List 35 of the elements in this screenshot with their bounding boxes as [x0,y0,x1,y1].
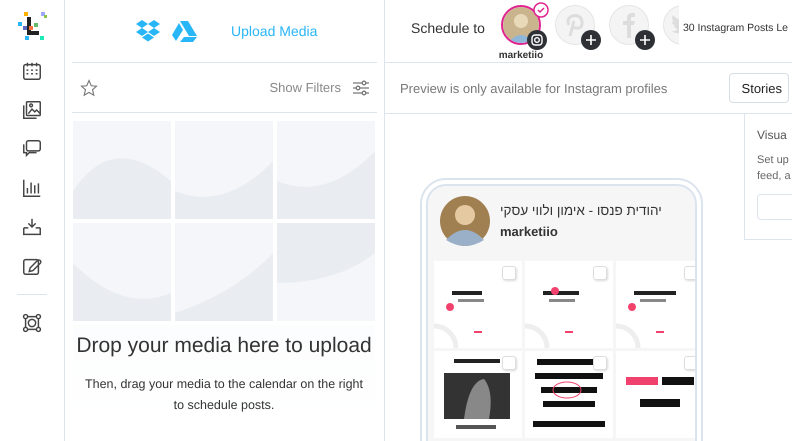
schedule-label: Schedule to [411,20,485,36]
add-icon [580,30,601,50]
plan-text: 30 Instagram Posts Le [682,22,788,34]
stories-button[interactable]: Stories [728,73,789,103]
post-checkbox[interactable] [502,266,516,280]
post-checkbox[interactable] [684,266,695,280]
logo[interactable] [15,9,49,43]
drop-title: Drop your media here to upload [76,334,372,358]
profile-name: יהודית פנסו - אימון ולווי עסקי [500,203,662,218]
preview-notice: Preview is only available for Instagram profiles [400,80,668,96]
drop-hint: Then, drag your media to the calendar on the right to schedule posts. [84,376,364,414]
post-checkbox[interactable] [593,356,607,370]
filter-sliders-icon[interactable] [353,80,369,96]
drive-icon[interactable] [171,20,197,42]
post-checkbox[interactable] [502,356,516,370]
instagram-icon [526,30,547,50]
upload-media-link[interactable]: Upload Media [231,23,318,39]
download-icon[interactable] [21,216,43,238]
post-checkbox[interactable] [684,356,695,370]
panel-title: Visua [757,128,788,142]
avatar [440,196,490,246]
post-checkbox[interactable] [593,266,607,280]
bar-chart-icon[interactable] [21,177,43,199]
image-icon[interactable] [21,99,43,121]
facebook-icon [620,12,637,38]
hub-icon[interactable] [21,312,43,334]
dropbox-icon[interactable] [135,19,161,43]
add-icon [634,30,655,50]
profile-handle: marketiio [500,224,559,239]
panel-description: Set up feed, a [757,153,792,184]
profile-name: marketiio [498,50,544,61]
calendar-icon[interactable] [21,60,43,82]
pinterest-icon [564,13,586,37]
star-icon[interactable] [80,78,98,96]
show-filters-label[interactable]: Show Filters [269,80,341,95]
